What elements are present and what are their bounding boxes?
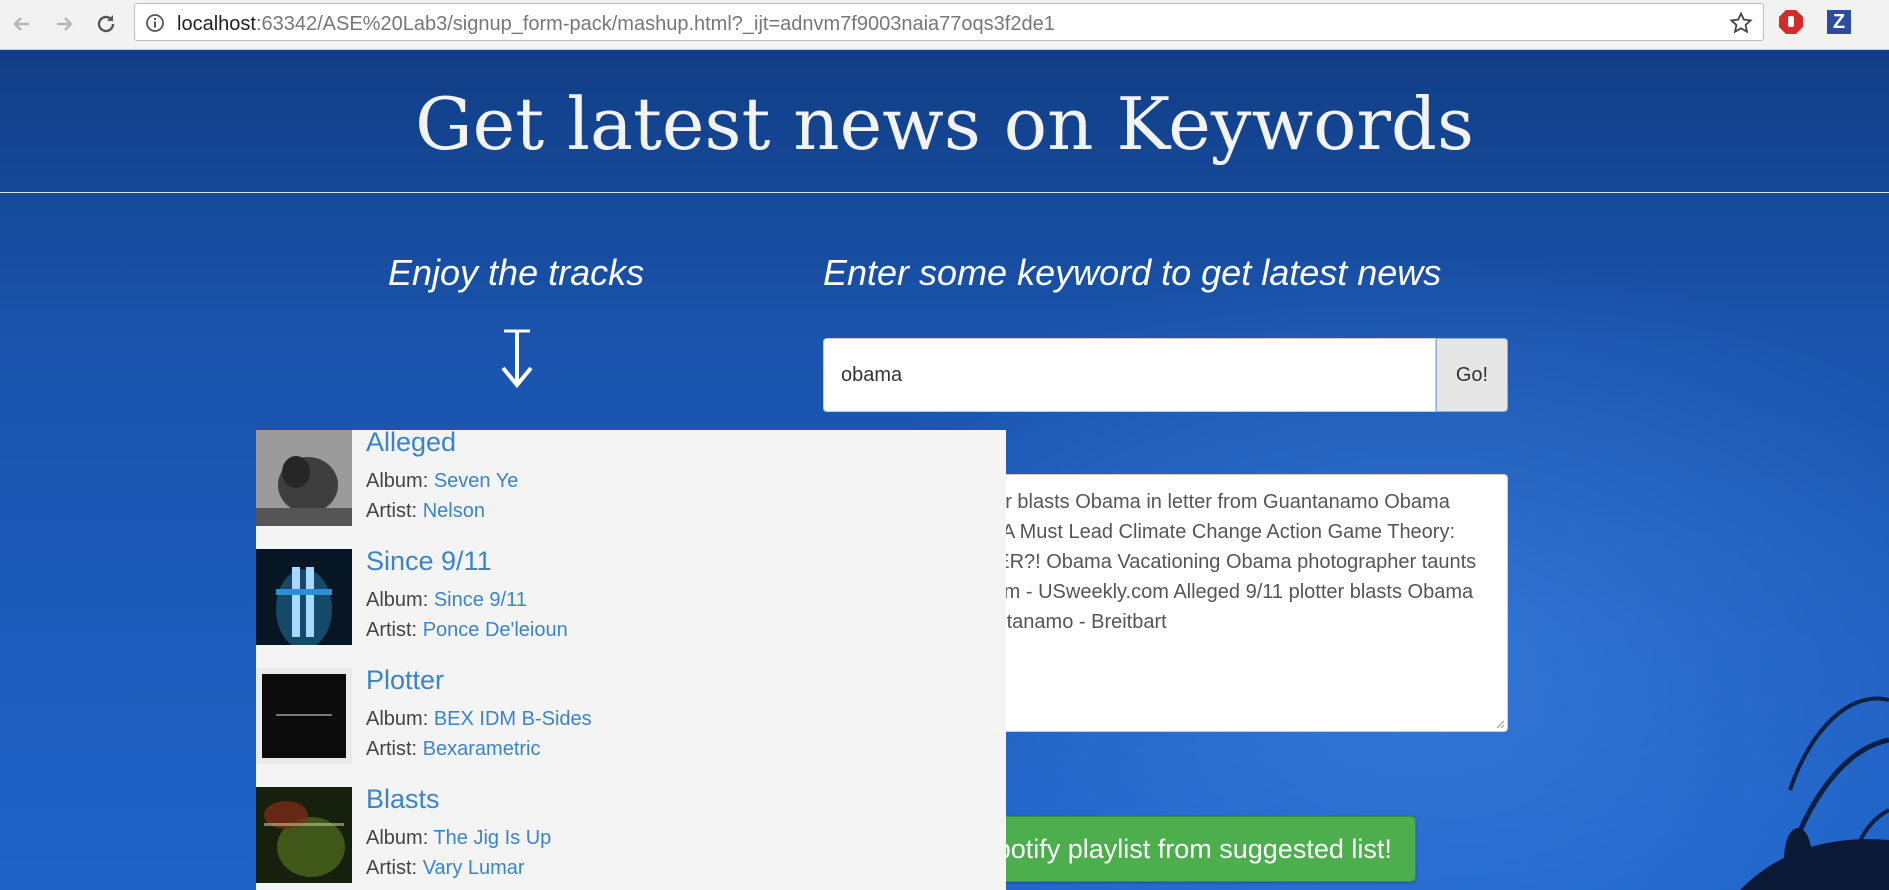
reload-icon xyxy=(97,15,115,33)
track-artist: Artist: Bexarametric xyxy=(366,738,541,761)
track-title-link[interactable]: Blasts xyxy=(366,784,440,815)
artist-link[interactable]: Vary Lumar xyxy=(423,857,525,879)
track-title-link[interactable]: Alleged xyxy=(366,430,456,458)
url-path: :63342/ASE%20Lab3/signup_form-pack/mashu… xyxy=(255,13,1055,35)
z-extension-icon[interactable]: Z xyxy=(1827,10,1851,34)
tracks-heading: Enjoy the tracks xyxy=(388,252,645,293)
artist-link[interactable]: Bexarametric xyxy=(423,738,541,760)
resize-handle-icon[interactable] xyxy=(1495,719,1505,729)
artist-link[interactable]: Ponce De'leioun xyxy=(423,619,568,641)
artist-label: Artist: xyxy=(366,619,418,641)
address-bar[interactable]: localhost:63342/ASE%20Lab3/signup_form-p… xyxy=(134,3,1764,41)
artist-link[interactable]: Nelson xyxy=(423,500,485,522)
forward-arrow-icon xyxy=(57,17,73,31)
track-item[interactable]: Plotter Album: BEX IDM B-Sides Artist: B… xyxy=(256,665,1006,787)
album-cover-image xyxy=(256,787,352,883)
track-album: Album: Since 9/11 xyxy=(366,589,527,612)
artist-label: Artist: xyxy=(366,857,418,879)
page-body: Get latest news on Keywords Enjoy the tr… xyxy=(0,50,1889,890)
artist-label: Artist: xyxy=(366,500,418,522)
album-link[interactable]: Since 9/11 xyxy=(434,589,527,611)
track-item[interactable]: Since 9/11 Album: Since 9/11 Artist: Pon… xyxy=(256,546,1006,668)
track-album: Album: The Jig Is Up xyxy=(366,827,551,850)
track-title-link[interactable]: Plotter xyxy=(366,665,444,696)
album-label: Album: xyxy=(366,589,429,611)
go-button[interactable]: Go! xyxy=(1436,338,1508,412)
track-list: Alleged Album: Seven Ye Artist: Nelson S… xyxy=(256,430,1006,890)
album-art-seven-ye xyxy=(256,430,352,526)
url-text: localhost:63342/ASE%20Lab3/signup_form-p… xyxy=(177,13,1055,36)
track-artist: Artist: Ponce De'leioun xyxy=(366,619,568,642)
background-plant-decoration-icon xyxy=(1740,696,1889,890)
down-arrow-icon xyxy=(501,329,533,389)
artist-label: Artist: xyxy=(366,738,418,760)
album-cover-image xyxy=(256,430,352,526)
track-item[interactable]: Blasts Album: The Jig Is Up Artist: Vary… xyxy=(256,784,1006,890)
reload-button[interactable] xyxy=(92,10,120,38)
album-art-jig-is-up xyxy=(256,787,352,883)
album-art-bex-idm xyxy=(256,668,352,764)
adblock-extension-icon[interactable] xyxy=(1778,9,1804,35)
track-artist: Artist: Vary Lumar xyxy=(366,857,525,880)
track-item[interactable]: Alleged Album: Seven Ye Artist: Nelson xyxy=(256,430,1006,549)
track-title-link[interactable]: Since 9/11 xyxy=(366,546,492,577)
keyword-input[interactable] xyxy=(823,338,1436,412)
album-label: Album: xyxy=(366,827,429,849)
album-link[interactable]: The Jig Is Up xyxy=(433,827,551,849)
back-button[interactable] xyxy=(8,10,36,38)
album-label: Album: xyxy=(366,470,429,492)
news-heading: Enter some keyword to get latest news xyxy=(823,252,1442,293)
track-album: Album: BEX IDM B-Sides xyxy=(366,708,592,731)
title-divider xyxy=(0,192,1889,193)
album-link[interactable]: Seven Ye xyxy=(434,470,519,492)
page-title: Get latest news on Keywords xyxy=(415,82,1474,166)
url-host: localhost xyxy=(177,13,256,35)
bookmark-star-icon[interactable] xyxy=(1729,11,1753,35)
browser-toolbar: localhost:63342/ASE%20Lab3/signup_form-p… xyxy=(0,0,1889,50)
track-album: Album: Seven Ye xyxy=(366,470,518,493)
album-label: Album: xyxy=(366,708,429,730)
track-artist: Artist: Nelson xyxy=(366,500,485,523)
album-link[interactable]: BEX IDM B-Sides xyxy=(434,708,592,730)
album-cover-image xyxy=(256,549,352,645)
back-arrow-icon xyxy=(13,17,29,31)
forward-button[interactable] xyxy=(50,10,78,38)
album-cover-image xyxy=(256,668,352,764)
info-icon[interactable] xyxy=(145,13,165,33)
album-art-since-911 xyxy=(256,549,352,645)
